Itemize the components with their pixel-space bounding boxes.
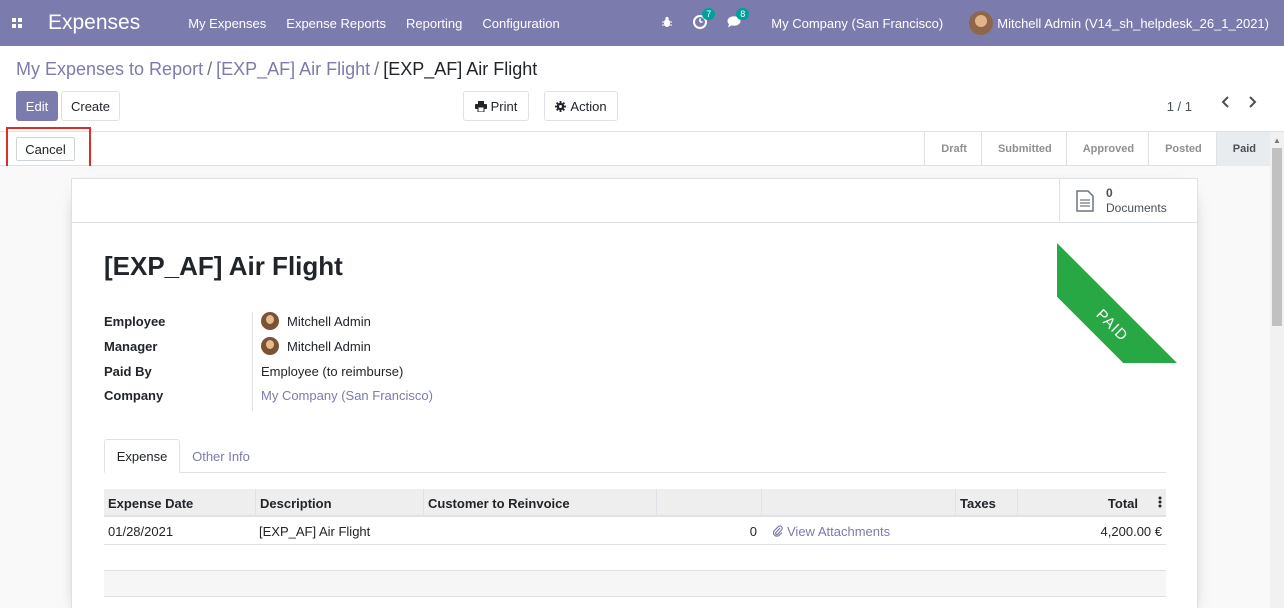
status-bar: Cancel Draft Submitted Approved Posted P…	[0, 132, 1270, 166]
header-customer[interactable]: Customer to Reinvoice	[423, 489, 656, 517]
cell-total: 4,200.00 €	[1100, 523, 1162, 539]
scroll-thumb[interactable]	[1272, 148, 1282, 326]
paid-by-label: Paid By	[104, 364, 152, 379]
breadcrumb-link-report[interactable]: [EXP_AF] Air Flight	[216, 59, 370, 79]
print-label: Print	[490, 98, 518, 114]
control-panel: My Expenses to Report / [EXP_AF] Air Fligh…	[0, 46, 1284, 132]
print-button[interactable]: Print	[463, 91, 529, 121]
manager-field[interactable]: Mitchell Admin	[261, 337, 371, 355]
header-expense-date[interactable]: Expense Date	[104, 489, 255, 517]
header-taxes[interactable]: Taxes	[955, 489, 1017, 517]
documents-smart-button[interactable]: 0 Documents	[1059, 179, 1197, 223]
header-total[interactable]: Total	[1017, 489, 1166, 517]
cell-quantity: 0	[749, 523, 757, 539]
pager-previous-icon[interactable]	[1220, 95, 1230, 114]
tab-expense[interactable]: Expense	[104, 439, 180, 473]
paid-by-field: Employee (to reimburse)	[261, 364, 403, 379]
company-label: Company	[104, 388, 164, 403]
company-link[interactable]: My Company (San Francisco)	[261, 388, 433, 403]
header-description[interactable]: Description	[255, 489, 423, 517]
user-avatar	[969, 11, 994, 35]
manager-avatar	[261, 337, 279, 355]
status-stages: Draft Submitted Approved Posted Paid	[924, 132, 1270, 166]
employee-avatar	[261, 312, 279, 330]
header-attachments[interactable]	[761, 489, 955, 517]
empty-row	[104, 571, 1166, 597]
header-quantity[interactable]	[656, 489, 761, 517]
page-scrollbar[interactable]: ▲	[1270, 132, 1284, 608]
menu-configuration[interactable]: Configuration	[482, 16, 559, 31]
apps-menu-icon[interactable]	[0, 0, 34, 46]
menu-expense-reports[interactable]: Expense Reports	[286, 16, 386, 31]
company-switcher[interactable]: My Company (San Francisco)	[771, 16, 943, 31]
empty-row	[104, 545, 1166, 571]
breadcrumb-current: [EXP_AF] Air Flight	[383, 59, 538, 79]
activity-clock-icon[interactable]: 7	[693, 7, 716, 32]
messages-icon[interactable]: 8	[727, 8, 750, 31]
app-title[interactable]: Expenses	[48, 11, 140, 35]
pager-value[interactable]: 1 / 1	[1167, 99, 1192, 114]
manager-label: Manager	[104, 339, 158, 354]
activities-badge: 7	[702, 7, 716, 20]
stage-submitted[interactable]: Submitted	[980, 132, 1066, 166]
view-attachments-link[interactable]: View Attachments	[769, 517, 963, 545]
top-navbar: Expenses My Expenses Expense Reports Rep…	[0, 0, 1284, 46]
edit-button[interactable]: Edit	[16, 91, 58, 121]
employee-value: Mitchell Admin	[287, 313, 371, 329]
cell-customer	[423, 517, 656, 545]
field-divider	[252, 312, 253, 411]
cancel-highlight-box	[6, 127, 91, 168]
documents-count: 0	[1106, 186, 1113, 200]
table-row[interactable]: 01/28/2021 [EXP_AF] Air Flight 0 View At…	[104, 517, 1166, 545]
gear-icon	[555, 100, 567, 112]
notebook-tabs: Expense Other Info	[104, 439, 1166, 473]
pager-next-icon[interactable]	[1248, 95, 1258, 114]
cell-date: 01/28/2021	[108, 523, 174, 539]
cell-taxes	[955, 517, 1017, 545]
breadcrumb: My Expenses to Report / [EXP_AF] Air Fligh…	[16, 59, 538, 79]
bug-icon[interactable]	[661, 16, 673, 31]
breadcrumb-link-expenses[interactable]: My Expenses to Report	[16, 59, 203, 79]
cell-description: [EXP_AF] Air Flight	[259, 523, 371, 539]
scroll-up-arrow-icon[interactable]: ▲	[1273, 136, 1281, 145]
employee-label: Employee	[104, 314, 166, 329]
stage-paid[interactable]: Paid	[1215, 132, 1270, 166]
tab-other-info[interactable]: Other Info	[180, 439, 262, 473]
form-sheet: 0 Documents PAID [EXP_AF] Air Flight Emp…	[71, 178, 1198, 608]
table-header: Expense Date Description Customer to Rei…	[104, 489, 1166, 517]
view-attachments-label: View Attachments	[787, 523, 891, 539]
document-icon	[1076, 190, 1094, 212]
menu-my-expenses[interactable]: My Expenses	[188, 16, 266, 31]
employee-field[interactable]: Mitchell Admin	[261, 312, 371, 330]
optional-columns-icon[interactable]	[1158, 495, 1162, 512]
paperclip-icon	[773, 525, 783, 537]
create-button[interactable]: Create	[61, 91, 120, 121]
manager-value: Mitchell Admin	[287, 338, 371, 354]
expense-title: [EXP_AF] Air Flight	[104, 251, 343, 281]
expense-lines-table: Expense Date Description Customer to Rei…	[104, 489, 1166, 597]
ribbon-text: PAID	[1092, 305, 1132, 345]
smart-button-box: 0 Documents	[72, 179, 1197, 223]
menu-reporting[interactable]: Reporting	[406, 16, 462, 31]
print-icon	[474, 100, 487, 112]
documents-label: Documents	[1106, 201, 1167, 215]
stage-draft[interactable]: Draft	[924, 132, 981, 166]
action-button[interactable]: Action	[544, 91, 618, 121]
user-name: Mitchell Admin (V14_sh_helpdesk_26_1_202…	[997, 15, 1269, 31]
paid-ribbon: PAID	[1057, 223, 1197, 363]
action-label: Action	[570, 98, 607, 114]
stage-posted[interactable]: Posted	[1148, 132, 1216, 166]
user-menu[interactable]: Mitchell Admin (V14_sh_helpdesk_26_1_202…	[969, 11, 1269, 35]
paid-by-value: Employee (to reimburse)	[261, 364, 404, 379]
messages-badge: 8	[736, 8, 750, 20]
company-field[interactable]: My Company (San Francisco)	[261, 388, 433, 403]
stage-approved[interactable]: Approved	[1065, 132, 1148, 166]
